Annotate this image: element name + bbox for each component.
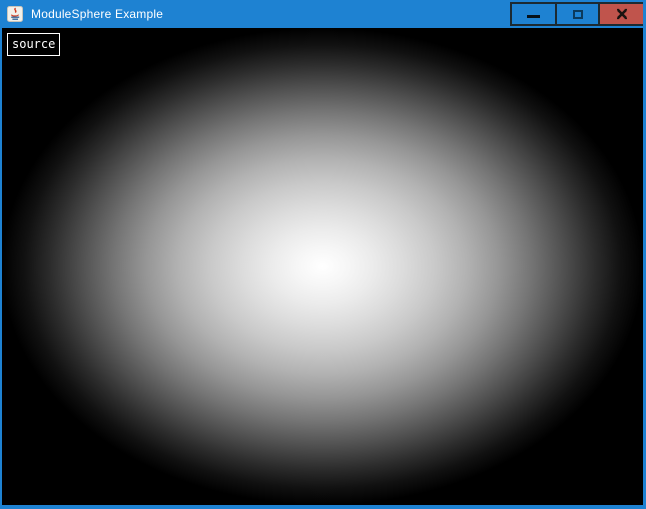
render-viewport[interactable]: source [2, 28, 643, 505]
close-x-icon [614, 6, 630, 22]
window-title: ModuleSphere Example [31, 7, 163, 21]
window-controls [510, 2, 646, 26]
app-window: ModuleSphere Example source [0, 0, 646, 509]
source-node[interactable]: source [7, 33, 60, 56]
point-light-glow [2, 28, 643, 505]
minimize-button[interactable] [512, 4, 555, 24]
title-bar[interactable]: ModuleSphere Example [0, 0, 646, 28]
close-button[interactable] [598, 4, 644, 24]
minimize-dash-icon [527, 15, 540, 18]
java-coffee-cup-icon [7, 6, 23, 22]
maximize-square-icon [573, 10, 583, 19]
maximize-button[interactable] [555, 4, 598, 24]
